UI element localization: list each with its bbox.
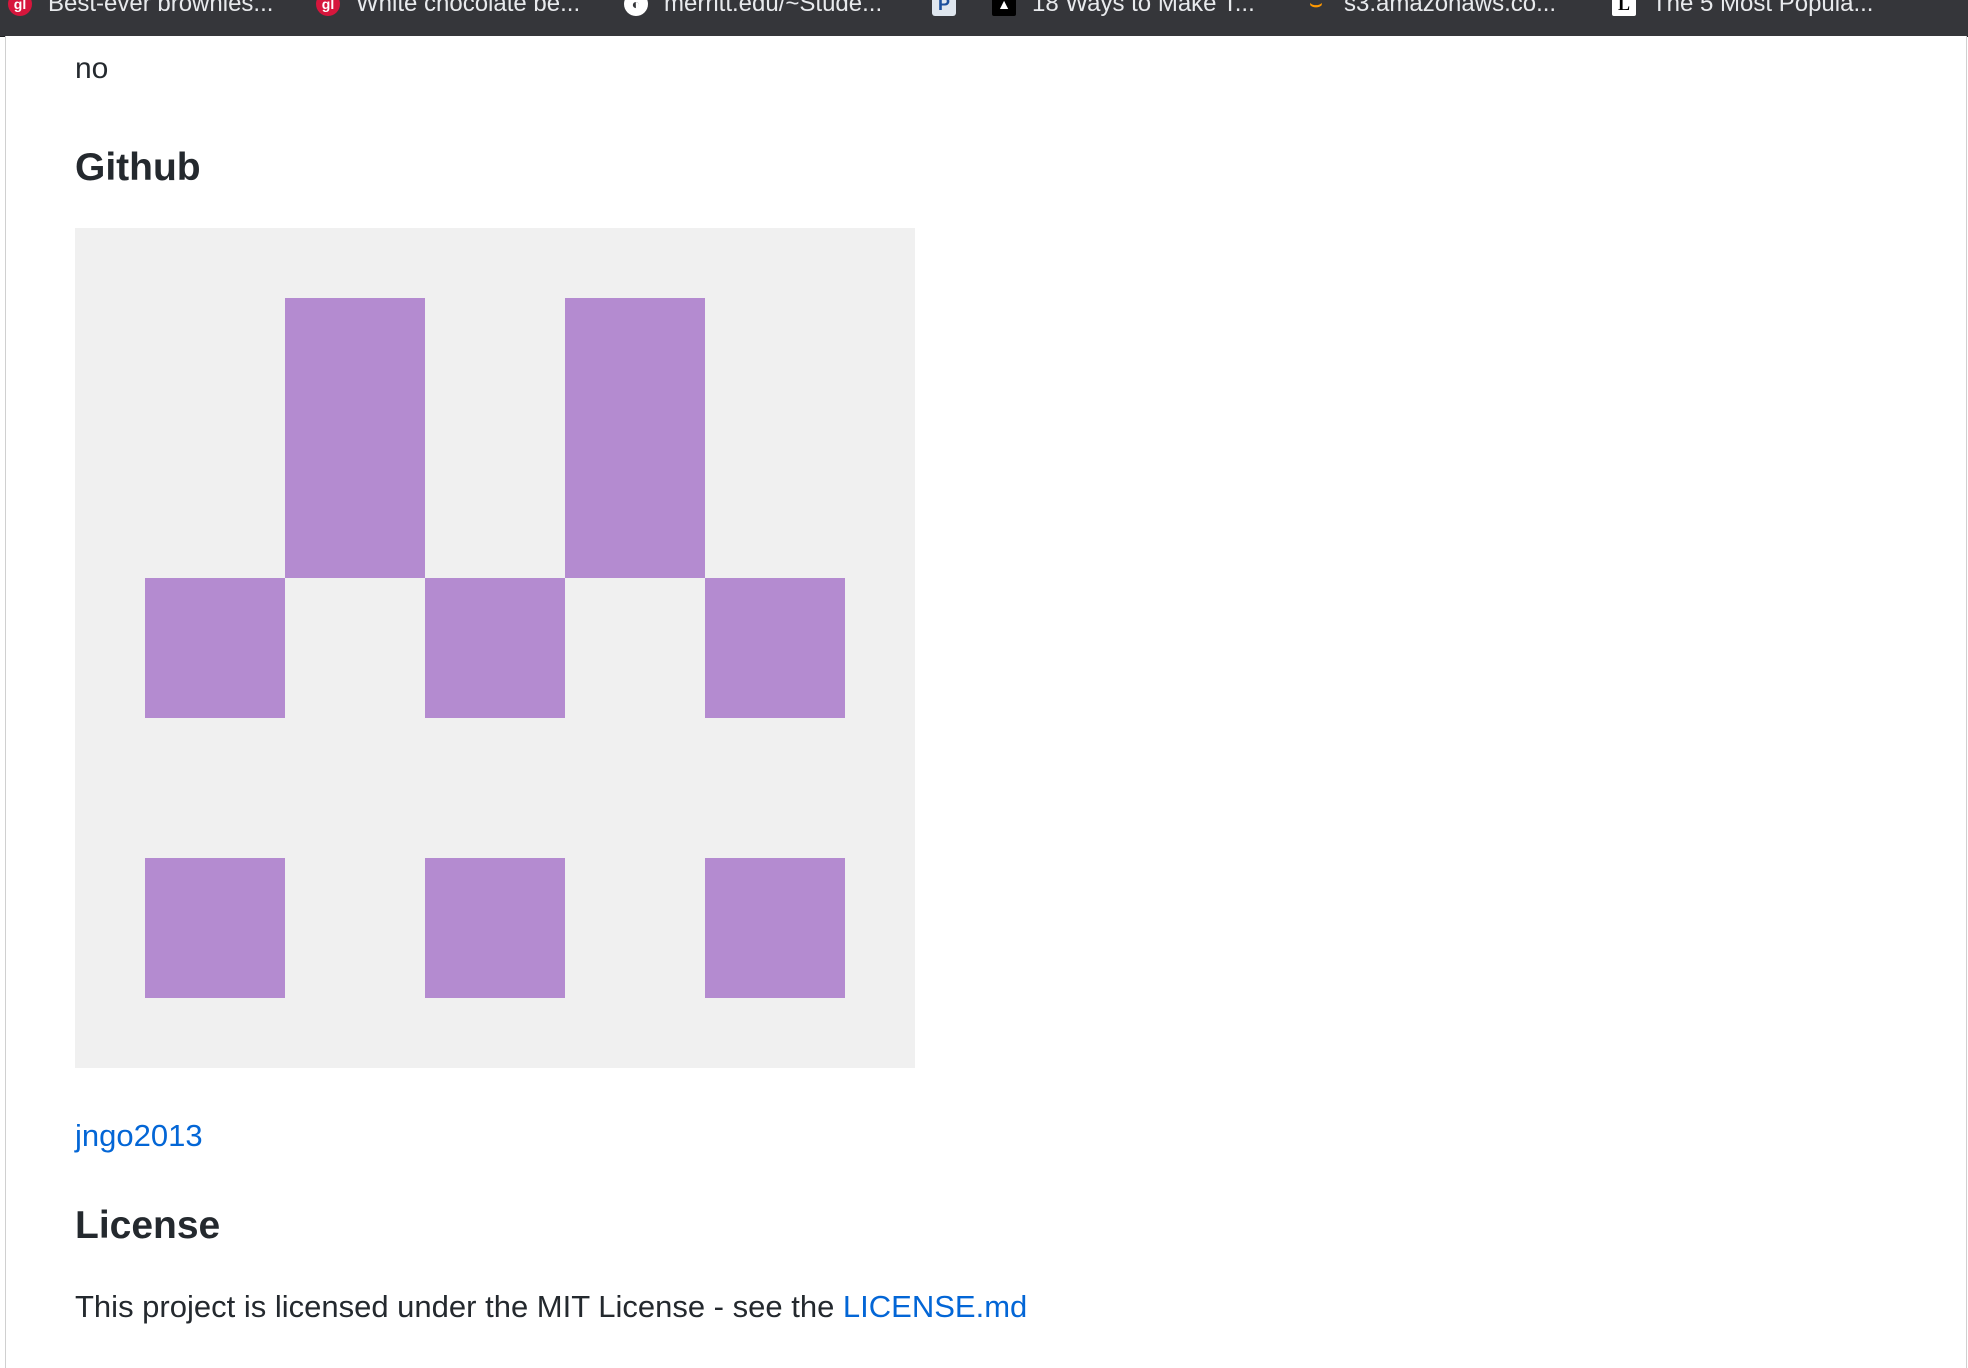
license-md-link[interactable]: LICENSE.md [843, 1289, 1027, 1324]
identicon-cell [705, 858, 845, 998]
bookmark-p[interactable]: P [932, 0, 972, 22]
identicon-cell [705, 578, 845, 718]
identicon-cell [565, 298, 705, 438]
intro-text: no [75, 52, 109, 85]
bookmark-label: 18 Ways to Make T... [1032, 0, 1255, 17]
identicon-cell [145, 578, 285, 718]
identicon-cell [425, 858, 565, 998]
identicon-cell [285, 298, 425, 438]
globe-favicon-icon: ◐ [624, 0, 648, 16]
github-heading: Github [75, 146, 201, 189]
identicon-cell [565, 438, 705, 578]
bookmark-merritt-edu[interactable]: ◐ merritt.edu/~Stude... [624, 0, 882, 22]
p-favicon-icon: P [932, 0, 956, 16]
bookmark-white-chocolate[interactable]: gl White chocolate be... [316, 0, 580, 22]
license-sentence: This project is licensed under the MIT L… [75, 1289, 843, 1324]
identicon-cell [425, 578, 565, 718]
identicon-cell [285, 438, 425, 578]
gl-favicon-icon: gl [8, 0, 32, 16]
bookmark-label: s3.amazonaws.co... [1344, 0, 1557, 17]
bookmark-label: Best-ever brownies... [48, 0, 274, 17]
bookmark-best-ever-brownies[interactable]: gl Best-ever brownies... [8, 0, 273, 22]
bookmark-5-most-popular[interactable]: L The 5 Most Popula... [1612, 0, 1873, 22]
license-paragraph: This project is licensed under the MIT L… [75, 1289, 1027, 1325]
github-identicon-image [75, 228, 915, 1068]
amazon-favicon-icon: ⌣ [1309, 0, 1323, 15]
github-username-link[interactable]: jngo2013 [75, 1118, 203, 1154]
bookmark-label: merritt.edu/~Stude... [664, 0, 883, 17]
bookmark-label: The 5 Most Popula... [1652, 0, 1874, 17]
identicon-cell [145, 858, 285, 998]
bookmark-18-ways[interactable]: ▲ 18 Ways to Make T... [992, 0, 1255, 22]
gl-favicon-icon: gl [316, 0, 340, 16]
person-favicon-icon: ▲ [992, 0, 1016, 16]
page-frame: no Github jngo2013 License This project … [5, 36, 1967, 1368]
l-favicon-icon: L [1612, 0, 1636, 16]
bookmark-s3-amazonaws[interactable]: ⌣ s3.amazonaws.co... [1304, 0, 1556, 22]
bookmark-label: White chocolate be... [356, 0, 581, 17]
bookmarks-bar: gl Best-ever brownies... gl White chocol… [0, 0, 1968, 37]
license-heading: License [75, 1204, 221, 1247]
